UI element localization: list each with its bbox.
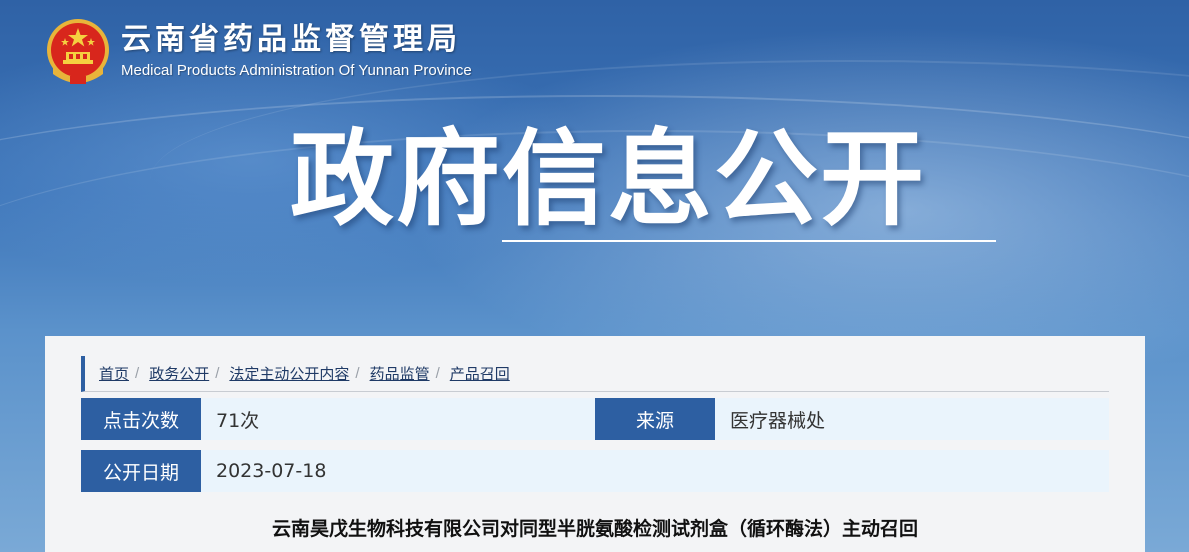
site-logo[interactable]: 云南省药品监督管理局 Medical Products Administrati… (45, 16, 472, 88)
breadcrumb-gov-affairs[interactable]: 政务公开 (149, 363, 209, 384)
breadcrumb: 首页 / 政务公开 / 法定主动公开内容 / 药品监管 / 产品召回 (81, 356, 1109, 392)
breadcrumb-drug-supervision[interactable]: 药品监管 (370, 363, 430, 384)
clicks-label: 点击次数 (81, 398, 201, 440)
site-name-en: Medical Products Administration Of Yunna… (121, 62, 472, 79)
meta-row: 点击次数 71次 来源 医疗器械处 (81, 398, 1109, 440)
national-emblem-icon (45, 16, 111, 88)
date-label: 公开日期 (81, 450, 201, 492)
breadcrumb-home[interactable]: 首页 (99, 363, 129, 384)
breadcrumb-separator: / (355, 365, 360, 382)
source-value: 医疗器械处 (730, 409, 826, 432)
breadcrumb-separator: / (135, 365, 140, 382)
breadcrumb-separator: / (435, 365, 440, 382)
breadcrumb-product-recall[interactable]: 产品召回 (450, 363, 510, 384)
source-label: 来源 (595, 398, 715, 440)
site-name-cn: 云南省药品监督管理局 (121, 22, 461, 57)
meta-row: 公开日期 2023-07-18 (81, 450, 1109, 492)
banner-title: 政府信息公开 (290, 118, 927, 240)
article-title: 云南昊戊生物科技有限公司对同型半胱氨酸检测试剂盒（循环酶法）主动召回 (271, 518, 918, 540)
clicks-value: 71次 (216, 409, 260, 432)
banner-title-underline (502, 240, 996, 242)
date-value: 2023-07-18 (216, 460, 327, 482)
breadcrumb-statutory-disclosure[interactable]: 法定主动公开内容 (229, 363, 349, 384)
breadcrumb-separator: / (215, 365, 220, 382)
content-panel: 首页 / 政务公开 / 法定主动公开内容 / 药品监管 / 产品召回 点击次数 … (45, 336, 1145, 552)
